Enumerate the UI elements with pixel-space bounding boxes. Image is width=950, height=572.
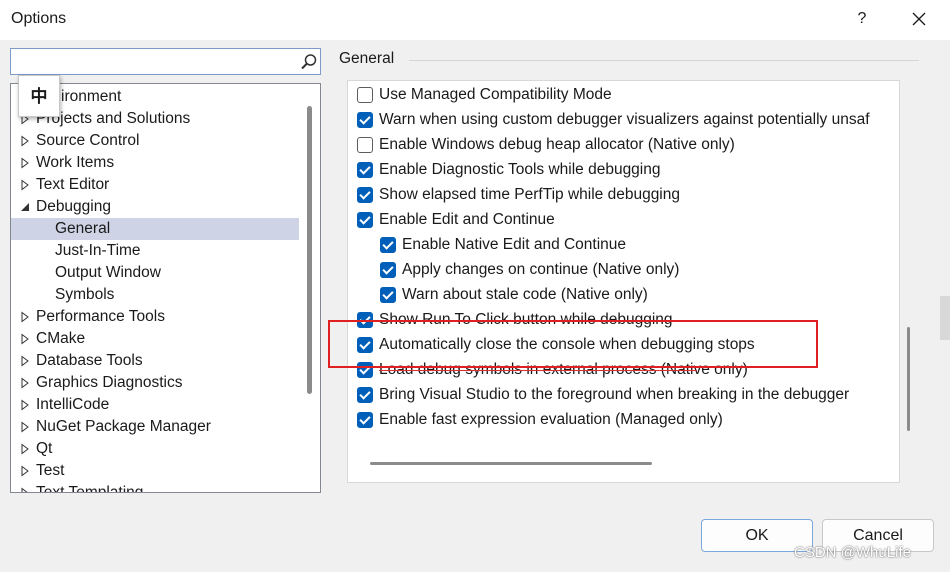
tree-item[interactable]: IntelliCode xyxy=(11,394,299,416)
tree-item-label: Graphics Diagnostics xyxy=(36,374,183,391)
close-icon xyxy=(912,12,926,26)
tree-item[interactable]: Just-In-Time xyxy=(11,240,299,262)
tree-scrollbar-thumb[interactable] xyxy=(307,106,312,394)
tree-item-label: Debugging xyxy=(36,198,111,215)
tree-item[interactable]: Output Window xyxy=(11,262,299,284)
option-label: Enable Diagnostic Tools while debugging xyxy=(379,161,661,178)
window-edge xyxy=(940,296,950,340)
group-title: General xyxy=(339,50,395,67)
tree-item[interactable]: NuGet Package Manager xyxy=(11,416,299,438)
tree-item-label: Text Editor xyxy=(36,176,110,193)
tree-item-label: NuGet Package Manager xyxy=(36,418,211,435)
checkbox-checked[interactable] xyxy=(380,262,396,278)
collapsed-arrow-icon[interactable] xyxy=(19,416,31,438)
option-label: Enable Windows debug heap allocator (Nat… xyxy=(379,136,735,153)
collapsed-arrow-icon[interactable] xyxy=(19,174,31,196)
tree-item[interactable]: Test xyxy=(11,460,299,482)
option-label: Warn when using custom debugger visualiz… xyxy=(379,111,870,128)
tree-item-label: CMake xyxy=(36,330,86,347)
options-horizontal-scrollbar-thumb[interactable] xyxy=(370,462,652,465)
expanded-arrow-icon[interactable] xyxy=(19,196,31,218)
title-bar: Options ? xyxy=(0,0,950,40)
collapsed-arrow-icon[interactable] xyxy=(19,328,31,350)
checkbox-checked[interactable] xyxy=(357,187,373,203)
collapsed-arrow-icon[interactable] xyxy=(19,372,31,394)
collapsed-arrow-icon[interactable] xyxy=(19,306,31,328)
search-input[interactable] xyxy=(15,51,295,72)
collapsed-arrow-icon[interactable] xyxy=(19,482,31,493)
tree-item-label: Source Control xyxy=(36,132,140,149)
annotation-highlight-box xyxy=(328,320,818,368)
group-divider xyxy=(409,60,919,61)
tree-item-label: Work Items xyxy=(36,154,115,171)
tree-item[interactable]: Graphics Diagnostics xyxy=(11,372,299,394)
checkbox-checked[interactable] xyxy=(380,237,396,253)
tree-item-label: Test xyxy=(36,462,65,479)
tree-item-label: Output Window xyxy=(55,264,161,281)
collapsed-arrow-icon[interactable] xyxy=(19,130,31,152)
option-label: Enable fast expression evaluation (Manag… xyxy=(379,411,723,428)
checkbox-checked[interactable] xyxy=(357,162,373,178)
tree-item-label: Qt xyxy=(36,440,53,457)
option-label: Use Managed Compatibility Mode xyxy=(379,86,612,103)
ime-indicator: 中 xyxy=(18,75,60,117)
help-button[interactable]: ? xyxy=(845,2,879,36)
collapsed-arrow-icon[interactable] xyxy=(19,438,31,460)
checkbox-checked[interactable] xyxy=(357,112,373,128)
tree-item-label: Text Templating xyxy=(36,484,144,493)
tree-item-label: Just-In-Time xyxy=(55,242,141,259)
tree-item[interactable]: Text Editor xyxy=(11,174,299,196)
close-button[interactable] xyxy=(902,2,936,36)
checkbox-checked[interactable] xyxy=(380,287,396,303)
tree-item[interactable]: Text Templating xyxy=(11,482,299,493)
tree-item[interactable]: Performance Tools xyxy=(11,306,299,328)
option-label: Enable Native Edit and Continue xyxy=(402,236,627,253)
window-title: Options xyxy=(11,10,67,27)
tree-item[interactable]: Qt xyxy=(11,438,299,460)
annotation-strike-line xyxy=(379,370,697,371)
search-icon[interactable] xyxy=(300,53,318,71)
options-vertical-scrollbar-thumb[interactable] xyxy=(907,327,910,431)
option-label: Enable Edit and Continue xyxy=(379,211,555,228)
option-label: Show elapsed time PerfTip while debuggin… xyxy=(379,186,680,203)
tree-item-label: IntelliCode xyxy=(36,396,110,413)
collapsed-arrow-icon[interactable] xyxy=(19,152,31,174)
tree-item-label: General xyxy=(55,220,111,237)
tree-item-label: Symbols xyxy=(55,286,115,303)
collapsed-arrow-icon[interactable] xyxy=(19,350,31,372)
debugging-general-options-list: Use Managed Compatibility Mode Warn when … xyxy=(347,80,900,483)
option-label: Bring Visual Studio to the foreground wh… xyxy=(379,386,850,403)
tree-item[interactable]: CMake xyxy=(11,328,299,350)
tree-item[interactable]: Database Tools xyxy=(11,350,299,372)
checkbox-checked[interactable] xyxy=(357,387,373,403)
tree-item-label: ironment xyxy=(61,88,122,105)
checkbox-checked[interactable] xyxy=(357,212,373,228)
tree-item-label: Database Tools xyxy=(36,352,143,369)
tree-item[interactable]: Work Items xyxy=(11,152,299,174)
watermark: CSDN @WhuLife xyxy=(794,544,911,561)
checkbox-unchecked[interactable] xyxy=(357,137,373,153)
options-search-box xyxy=(10,48,321,75)
tree-item[interactable]: Debugging xyxy=(11,196,299,218)
tree-item[interactable]: General xyxy=(11,218,299,240)
tree-item[interactable]: Symbols xyxy=(11,284,299,306)
options-category-tree[interactable]: ironment Projects and Solutions Source Con… xyxy=(10,83,321,493)
checkbox-checked[interactable] xyxy=(357,412,373,428)
tree-item[interactable]: Source Control xyxy=(11,130,299,152)
checkbox-unchecked[interactable] xyxy=(357,87,373,103)
collapsed-arrow-icon[interactable] xyxy=(19,460,31,482)
tree-item-label: Performance Tools xyxy=(36,308,165,325)
collapsed-arrow-icon[interactable] xyxy=(19,394,31,416)
option-label: Apply changes on continue (Native only) xyxy=(402,261,680,278)
option-label: Warn about stale code (Native only) xyxy=(402,286,648,303)
